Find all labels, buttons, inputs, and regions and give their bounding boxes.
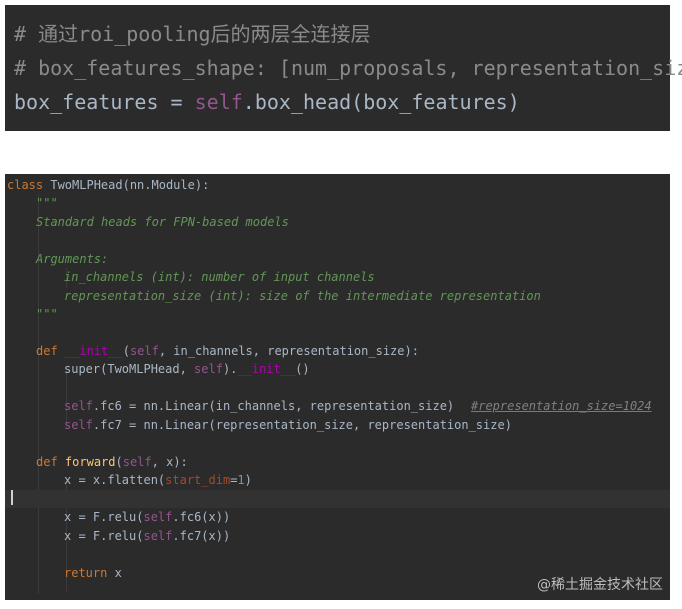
code-line-super: super(TwoMLPHead, self).__init__() [5,360,682,378]
code-line-def-forward: def forward(self, x): [5,453,682,471]
keyword-return: return [64,566,108,580]
code-token: x = F.relu( [64,510,144,524]
code-token: , x): [151,455,188,469]
code-token: .box_head(box_features) [242,90,520,114]
docstring-line: representation_size (int): size of the i… [64,289,541,303]
top-code-snippet: # 通过roi_pooling后的两层全连接层 # box_features_s… [5,5,682,131]
code-line-relu-fc7: x = F.relu(self.fc7(x)) [5,527,682,545]
code-token: ) [244,473,252,487]
keyword-def: def [36,455,58,469]
self-token: self [194,90,243,114]
code-line-relu-fc6: x = F.relu(self.fc6(x)) [5,508,682,526]
param-token: start_dim [165,473,231,487]
comment-line-box-features-shape: # box_features_shape: [num_proposals, re… [14,56,682,80]
code-line: class TwoMLPHead(nn.Module): [5,176,672,194]
code-token: box_features = [14,90,195,114]
magic-method-token: __init__ [64,344,123,358]
magic-method-token: __init__ [237,362,296,376]
docstring-line: in_channels (int): number of input chann… [64,270,375,284]
function-name-token: forward [64,455,116,469]
docstring-line: """ [36,196,58,210]
code-token: () [295,362,310,376]
code-token: ( [115,455,123,469]
code-line-fc7: self.fc7 = nn.Linear(representation_size… [5,416,682,434]
code-token: .fc6 = nn.Linear(in_channels, representa… [92,399,455,413]
docstring-line: Arguments: [36,252,109,266]
self-token: self [143,529,173,543]
self-token: self [143,510,173,524]
code-token: TwoMLPHead(nn.Module): [43,178,210,192]
self-token: self [64,399,93,413]
code-token: x [107,566,122,580]
self-token: self [64,418,93,432]
code-token: .fc6(x)) [172,510,231,524]
code-token: .fc7(x)) [172,529,231,543]
text-caret [11,490,13,505]
self-token: self [122,455,152,469]
self-token: self [194,362,223,376]
builtin-token: super [64,362,101,376]
current-line-highlight[interactable] [5,490,670,508]
code-line-def-init: def __init__(self, in_channels, represen… [5,342,682,360]
code-line-fc6: self.fc6 = nn.Linear(in_channels, repres… [5,397,682,415]
comment-line-roi-pooling: # 通过roi_pooling后的两层全连接层 [14,22,371,46]
docstring-line: Standard heads for FPN-based models [36,215,289,229]
code-token: ( [122,344,130,358]
keyword-class: class [7,178,44,192]
code-line-box-head-call: box_features = self.box_head(box_feature… [5,85,670,119]
code-token: (TwoMLPHead, [100,362,195,376]
code-token: .fc7 = nn.Linear(representation_size, re… [92,418,512,432]
code-line-flatten: x = x.flatten(start_dim=1) [5,471,682,489]
code-token: x = x.flatten( [64,473,166,487]
number-token: 1 [237,473,245,487]
watermark: @稀土掘金技术社区 [537,577,663,593]
inline-comment: #representation_size=1024 [471,399,652,413]
keyword-def: def [36,344,58,358]
docstring-line: """ [36,307,58,321]
code-token: , in_channels, representation_size): [158,344,419,358]
code-token: x = F.relu( [64,529,144,543]
code-editor[interactable]: class TwoMLPHead(nn.Module): """ Standar… [5,174,670,600]
code-token: ). [222,362,238,376]
self-token: self [129,344,159,358]
